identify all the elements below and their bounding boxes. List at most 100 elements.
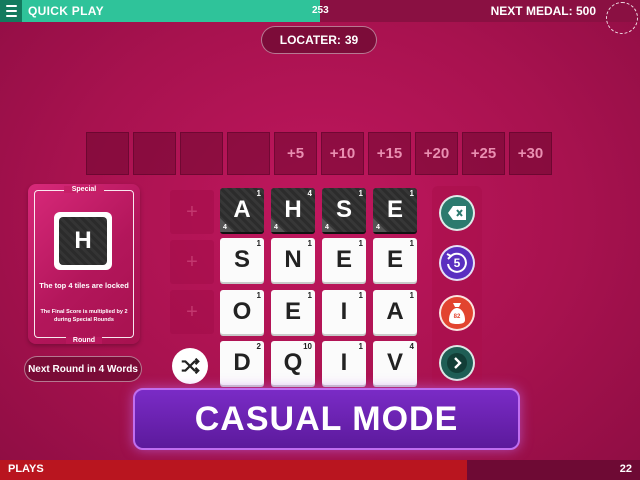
card-label-bottom: Round [66,337,102,344]
tile-letter: S [233,246,250,273]
bonus-slot: +20 [415,132,458,175]
undo-button[interactable]: 5 [439,245,475,281]
tile-letter: I [340,298,348,325]
menu-button[interactable] [0,0,22,22]
tile-points: 1 [358,291,363,300]
tile-points: 1 [307,239,312,248]
tile-points: 1 [409,291,414,300]
bonus-slot: +15 [368,132,411,175]
medal-icon [606,2,638,34]
lock-count: 4 [376,224,380,231]
hamburger-icon [5,10,17,12]
ghost-slot: + [170,290,214,334]
next-medal-label: NEXT MEDAL: [490,4,573,18]
tile-letter: S [335,196,352,223]
letter-tile[interactable]: N1 [271,238,315,282]
tile-points: 1 [307,291,312,300]
card-label-top: Special [64,186,104,193]
bonus-slot: +25 [462,132,505,175]
money-bag-icon [449,303,465,324]
casual-mode-banner: CASUAL MODE [133,388,520,450]
ghost-slot: + [170,240,214,284]
letter-tile[interactable]: V4 [373,341,417,385]
word-slots: +5 +10 +15 +20 +25 +30 [86,132,552,175]
plays-label: PLAYS [8,463,44,475]
bonus-slot: +5 [274,132,317,175]
letter-tile[interactable]: A1 [373,290,417,334]
locked-letter-tile: S1 4 [322,188,366,232]
tile-letter: V [386,349,403,376]
tile-points: 1 [256,239,261,248]
tile-points: 2 [256,342,261,351]
tile-letter: A [233,196,251,223]
tile-letter: E [386,196,403,223]
tile-points: 1 [409,189,414,198]
tile-letter: Q [283,349,303,376]
locked-letter-tile: E1 4 [373,188,417,232]
letter-tile[interactable]: Q 10 [271,341,315,385]
bonus-slot: +10 [321,132,364,175]
bag-value: 82 [453,314,461,320]
tile-points: 10 [303,342,312,351]
score-value: 253 [312,5,329,16]
shuffle-button[interactable] [172,348,208,384]
tile-points: 1 [358,189,363,198]
card-tile-letter: H [59,217,107,265]
tile-letter: E [284,298,301,325]
word-slot [133,132,176,175]
card-subtext: The Final Score is multiplied by 2 durin… [40,309,128,323]
bottom-bar [0,460,640,480]
plays-progress-fill [0,460,468,480]
plays-count: 22 [619,463,632,475]
tile-letter: E [335,246,352,273]
next-round-badge: Next Round in 4 Words [24,356,142,382]
locater-label: LOCATER: [279,33,341,47]
letter-tile[interactable]: I1 [322,290,366,334]
next-button[interactable] [439,345,475,381]
card-tile: H [54,212,112,270]
bag-button[interactable]: 82 [439,295,475,331]
next-medal-value: 500 [575,4,596,18]
word-slot [86,132,129,175]
delete-button[interactable] [439,195,475,231]
ghost-slot: + [170,190,214,234]
tile-letter: E [386,246,403,273]
lock-count: 4 [274,224,278,231]
locater-value: 39 [344,33,359,47]
hamburger-icon [5,15,17,17]
tile-letter: I [340,349,348,376]
letter-tile[interactable]: E1 [322,238,366,282]
tile-points: 1 [256,189,261,198]
backspace-icon [448,206,466,220]
word-slot [227,132,270,175]
hamburger-icon [5,5,17,7]
tile-letter: O [232,298,252,325]
letter-tile[interactable]: I1 [322,341,366,385]
tile-letter: D [233,349,251,376]
shuffle-icon [181,357,200,375]
letter-tile[interactable]: E1 [271,290,315,334]
tile-letter: H [284,196,302,223]
special-round-card: Special H The top 4 tiles are locked The… [28,184,140,344]
card-description: The top 4 tiles are locked [39,281,129,290]
lock-count: 4 [325,224,329,231]
chevron-right-icon [447,353,467,373]
undo-count: 5 [453,256,461,270]
mode-title: QUICK PLAY [28,4,104,18]
tile-points: 4 [307,189,312,198]
tile-points: 4 [409,342,414,351]
locked-letter-tile: A1 4 [220,188,264,232]
letter-tile[interactable]: D2 [220,341,264,385]
tile-points: 1 [358,239,363,248]
word-slot [180,132,223,175]
lock-count: 4 [223,224,227,231]
tile-points: 1 [358,342,363,351]
next-medal: NEXT MEDAL: 500 [491,4,596,18]
letter-tile[interactable]: O1 [220,290,264,334]
tile-letter: N [284,246,302,273]
letter-tile[interactable]: E1 [373,238,417,282]
locater-badge: LOCATER: 39 [261,26,377,54]
bonus-slot: +30 [509,132,552,175]
letter-tile[interactable]: S1 [220,238,264,282]
tile-letter: A [386,298,404,325]
